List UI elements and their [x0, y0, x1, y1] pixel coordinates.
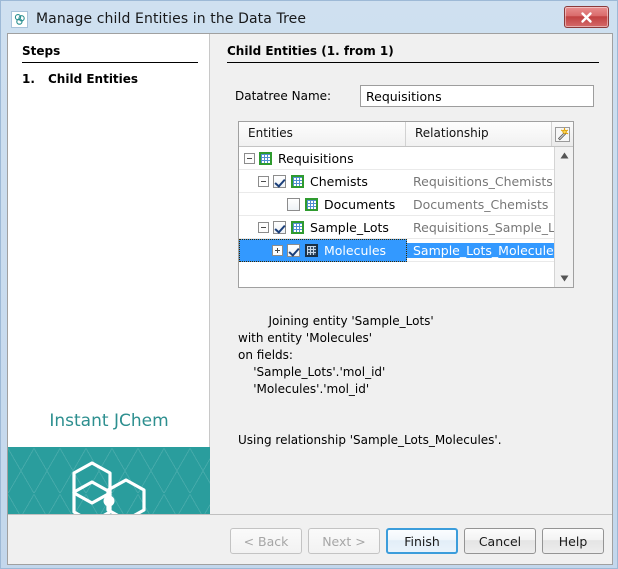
entity-label: Sample_Lots — [310, 220, 389, 235]
join-lines: Joining entity 'Sample_Lots' with entity… — [238, 314, 434, 396]
expander-expand-icon[interactable] — [272, 245, 283, 256]
entities-tree-table: Entities Relationship — [238, 121, 574, 288]
entity-checkbox[interactable] — [287, 198, 300, 211]
button-bar: < Back Next > Finish Cancel Help — [8, 514, 613, 565]
entity-checkbox[interactable] — [273, 221, 286, 234]
datatree-name-label: Datatree Name: — [235, 89, 360, 103]
table-row[interactable]: Documents Documents_Chemists — [239, 193, 554, 216]
tree-cell-entity: Molecules — [239, 239, 407, 262]
title-bar: Manage child Entities in the Data Tree — [7, 5, 611, 33]
entity-label: Documents — [324, 197, 395, 212]
table-grid-icon — [291, 221, 304, 234]
scroll-down-button[interactable] — [555, 270, 574, 287]
cancel-button[interactable]: Cancel — [464, 528, 536, 554]
table-grid-icon — [305, 198, 318, 211]
close-icon — [580, 11, 593, 24]
table-grid-icon — [305, 244, 318, 257]
column-header-entities[interactable]: Entities — [239, 122, 406, 146]
close-button[interactable] — [564, 6, 609, 28]
datatree-name-input[interactable] — [360, 85, 594, 107]
tree-vertical-scrollbar[interactable] — [554, 147, 573, 287]
window-title: Manage child Entities in the Data Tree — [36, 11, 306, 27]
sidebar-item-child-entities[interactable]: 1. Child Entities — [22, 72, 138, 86]
page-title: Child Entities (1. from 1) — [227, 44, 599, 63]
table-row-selected[interactable]: Molecules Sample_Lots_Molecules — [239, 239, 554, 262]
expander-collapse-icon[interactable] — [244, 153, 255, 164]
main-content: Child Entities (1. from 1) Datatree Name… — [211, 34, 613, 513]
steps-heading: Steps — [22, 44, 198, 63]
step-label: Child Entities — [48, 72, 138, 86]
entity-checkbox[interactable] — [273, 175, 286, 188]
join-description: Joining entity 'Sample_Lots' with entity… — [238, 296, 502, 483]
tree-cell-relationship: Documents_Chemists — [407, 197, 554, 212]
tree-rows: Requisitions Chemists — [239, 147, 554, 287]
steps-sidebar: Steps 1. Child Entities Instant JChem — [8, 34, 210, 513]
brand-text: Instant JChem — [8, 411, 210, 431]
table-grid-icon — [259, 152, 272, 165]
entity-label: Requisitions — [278, 151, 354, 166]
tree-cell-entity: Requisitions — [239, 147, 407, 170]
entity-checkbox[interactable] — [287, 244, 300, 257]
scroll-up-button[interactable] — [555, 147, 574, 164]
back-button[interactable]: < Back — [230, 528, 302, 554]
table-row[interactable]: Chemists Requisitions_Chemists — [239, 170, 554, 193]
tree-cell-entity: Documents — [239, 193, 407, 216]
magic-wand-icon[interactable] — [552, 122, 573, 146]
dialog-window: Manage child Entities in the Data Tree S… — [0, 0, 618, 569]
expander-collapse-icon[interactable] — [258, 176, 269, 187]
tree-cell-entity: Chemists — [239, 170, 407, 193]
tree-body: Requisitions Chemists — [239, 147, 573, 287]
tree-cell-entity: Sample_Lots — [239, 216, 407, 239]
triangle-down-icon — [560, 275, 569, 282]
help-button[interactable]: Help — [542, 528, 604, 554]
table-row[interactable]: Requisitions — [239, 147, 554, 170]
table-row[interactable]: Sample_Lots Requisitions_Sample_Lots — [239, 216, 554, 239]
tree-header: Entities Relationship — [239, 122, 573, 147]
tree-cell-relationship: Requisitions_Chemists — [407, 174, 554, 189]
step-number: 1. — [22, 72, 48, 86]
using-relationship-line: Using relationship 'Sample_Lots_Molecule… — [238, 432, 502, 449]
column-header-relationship[interactable]: Relationship — [406, 122, 552, 146]
dialog-body: Steps 1. Child Entities Instant JChem — [7, 33, 613, 565]
finish-button[interactable]: Finish — [386, 528, 458, 554]
tree-cell-relationship: Requisitions_Sample_Lots — [407, 220, 554, 235]
expander-collapse-icon[interactable] — [258, 222, 269, 233]
entity-label: Molecules — [324, 243, 386, 258]
entity-label: Chemists — [310, 174, 368, 189]
triangle-up-icon — [560, 152, 569, 159]
table-grid-icon — [291, 175, 304, 188]
molecule-icon — [11, 11, 28, 28]
tree-cell-relationship: Sample_Lots_Molecules — [407, 243, 554, 258]
datatree-name-row: Datatree Name: — [235, 85, 594, 107]
next-button[interactable]: Next > — [308, 528, 380, 554]
